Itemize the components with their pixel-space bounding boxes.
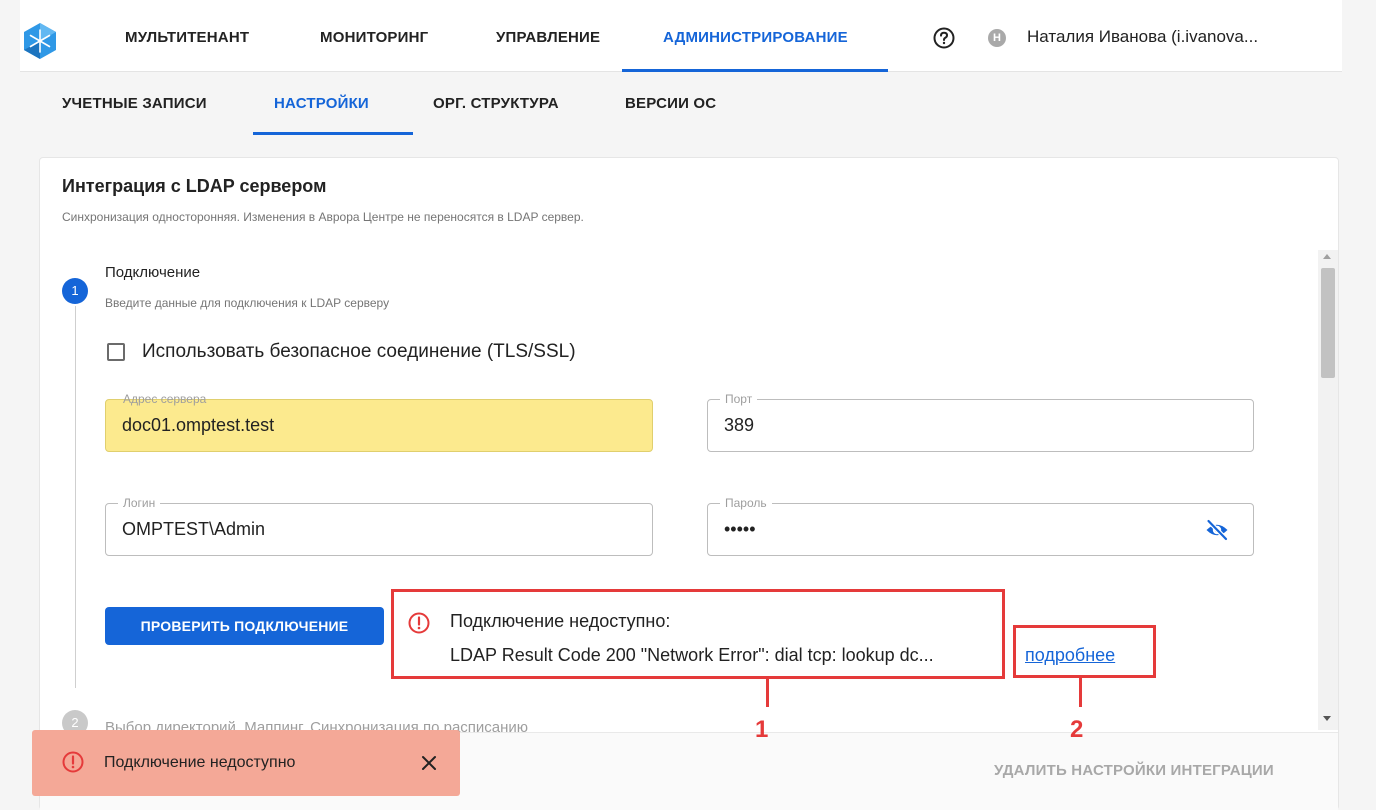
callout-number-2: 2 bbox=[1070, 716, 1084, 743]
delete-integration-settings-button[interactable]: УДАЛИТЬ НАСТРОЙКИ ИНТЕГРАЦИИ bbox=[994, 762, 1274, 779]
step-1-description: Введите данные для подключения к LDAP се… bbox=[105, 296, 390, 310]
callout-box-2 bbox=[1013, 625, 1156, 678]
nav-monitoring[interactable]: МОНИТОРИНГ bbox=[320, 29, 428, 46]
password-value[interactable]: ••••• bbox=[724, 519, 756, 540]
port-label: Порт bbox=[720, 391, 758, 407]
tab-active-indicator bbox=[253, 132, 413, 135]
nav-management[interactable]: УПРАВЛЕНИЕ bbox=[496, 29, 600, 46]
help-icon[interactable] bbox=[933, 27, 955, 49]
scrollbar-thumb[interactable] bbox=[1321, 268, 1335, 378]
port-value[interactable]: 389 bbox=[724, 415, 754, 436]
eye-off-icon[interactable] bbox=[1205, 519, 1229, 541]
avatar[interactable]: Н bbox=[988, 29, 1006, 47]
tls-ssl-checkbox-label[interactable]: Использовать безопасное соединение (TLS/… bbox=[142, 341, 576, 363]
toast-message: Подключение недоступно bbox=[104, 754, 296, 771]
server-address-label: Адрес сервера bbox=[123, 392, 207, 406]
callout-line-1 bbox=[766, 679, 769, 707]
callout-box-1 bbox=[391, 589, 1005, 679]
close-icon[interactable] bbox=[419, 753, 439, 773]
callout-number-1: 1 bbox=[755, 716, 769, 743]
check-connection-button[interactable]: ПРОВЕРИТЬ ПОДКЛЮЧЕНИЕ bbox=[105, 607, 384, 645]
port-field[interactable]: Порт 389 bbox=[707, 391, 1254, 452]
scroll-up-arrow-icon[interactable] bbox=[1323, 254, 1331, 259]
step-1-title: Подключение bbox=[105, 264, 201, 281]
password-field[interactable]: Пароль ••••• bbox=[707, 495, 1254, 556]
nav-active-indicator bbox=[622, 69, 888, 72]
password-label: Пароль bbox=[720, 495, 772, 511]
callout-line-2 bbox=[1079, 678, 1082, 707]
card-title: Интеграция с LDAP сервером bbox=[62, 176, 327, 196]
tab-org-structure[interactable]: ОРГ. СТРУКТУРА bbox=[433, 95, 559, 112]
server-address-value[interactable]: doc01.omptest.test bbox=[122, 415, 274, 436]
tab-settings[interactable]: НАСТРОЙКИ bbox=[274, 95, 369, 112]
app-logo-icon[interactable] bbox=[21, 22, 59, 60]
login-value[interactable]: OMPTEST\Admin bbox=[122, 519, 265, 540]
step-connector-line bbox=[75, 306, 76, 688]
scroll-down-arrow-icon[interactable] bbox=[1323, 716, 1331, 721]
server-address-field[interactable]: Адрес сервера doc01.omptest.test bbox=[105, 392, 653, 452]
tls-ssl-checkbox[interactable] bbox=[107, 343, 125, 361]
login-label: Логин bbox=[118, 495, 161, 511]
step-1-indicator: 1 bbox=[62, 278, 88, 304]
ldap-integration-card bbox=[39, 157, 1339, 810]
nav-multitenant[interactable]: МУЛЬТИТЕНАНТ bbox=[125, 29, 249, 46]
login-field[interactable]: Логин OMPTEST\Admin bbox=[105, 495, 653, 556]
user-name[interactable]: Наталия Иванова (i.ivanova... bbox=[1027, 27, 1258, 47]
card-subtitle: Синхронизация односторонняя. Изменения в… bbox=[62, 210, 584, 224]
tab-accounts[interactable]: УЧЕТНЫЕ ЗАПИСИ bbox=[62, 95, 207, 112]
nav-administration[interactable]: АДМИНИСТРИРОВАНИЕ bbox=[663, 29, 848, 46]
tab-os-versions[interactable]: ВЕРСИИ ОС bbox=[625, 95, 716, 112]
toast-error-icon bbox=[62, 751, 84, 773]
